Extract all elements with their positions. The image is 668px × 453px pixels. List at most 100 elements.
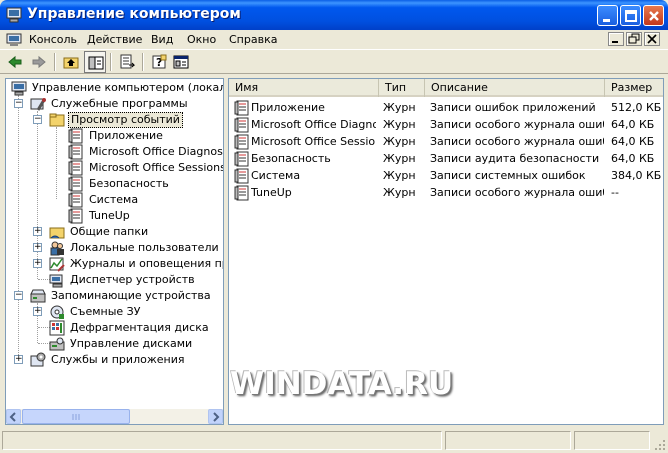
cell-description: Записи системных ошибок bbox=[430, 169, 586, 182]
collapse-toggle[interactable]: − bbox=[33, 115, 42, 124]
list-row[interactable]: Microsoft Office Sessions Журн Записи ос… bbox=[229, 134, 663, 150]
list-row[interactable]: Система Журн Записи системных ошибок 384… bbox=[229, 168, 663, 184]
cell-type: Журн bbox=[383, 101, 416, 114]
event-log-icon bbox=[234, 151, 250, 167]
cell-size: 64,0 КБ bbox=[611, 118, 655, 131]
cell-size: -- bbox=[611, 186, 619, 199]
removable-storage-icon bbox=[49, 304, 65, 320]
mdi-minimize-button[interactable] bbox=[608, 32, 624, 46]
menu-action[interactable]: Действие bbox=[87, 33, 142, 46]
list-row[interactable]: Приложение Журн Записи ошибок приложений… bbox=[229, 100, 663, 116]
cell-name: Система bbox=[251, 169, 301, 182]
toolbar-separator bbox=[110, 53, 112, 71]
cell-size: 384,0 КБ bbox=[611, 169, 662, 182]
close-button[interactable] bbox=[643, 5, 664, 26]
tools-icon bbox=[30, 96, 46, 112]
event-log-icon bbox=[68, 160, 84, 176]
watermark: WINDATA.RU bbox=[230, 366, 454, 402]
tree-connector bbox=[18, 95, 19, 361]
cell-type: Журн bbox=[383, 118, 416, 131]
cell-name: Приложение bbox=[251, 101, 325, 114]
scroll-thumb[interactable] bbox=[22, 409, 130, 424]
toolbar-separator bbox=[142, 53, 144, 71]
event-viewer-icon bbox=[49, 112, 65, 128]
properties-button[interactable] bbox=[170, 51, 192, 73]
menu-view[interactable]: Вид bbox=[151, 33, 173, 46]
expand-toggle[interactable]: + bbox=[33, 307, 42, 316]
event-log-icon bbox=[68, 176, 84, 192]
scroll-left-button[interactable] bbox=[6, 409, 21, 424]
console-tree[interactable]: Управление компьютером (локальным) − Слу… bbox=[5, 78, 224, 425]
expand-toggle[interactable]: + bbox=[14, 355, 23, 364]
tree-horizontal-scrollbar[interactable] bbox=[6, 409, 223, 424]
tree-connector bbox=[56, 127, 57, 199]
scroll-right-button[interactable] bbox=[208, 409, 223, 424]
event-log-icon bbox=[234, 168, 250, 184]
status-bar bbox=[0, 428, 668, 453]
storage-icon bbox=[30, 288, 46, 304]
cell-name: Microsoft Office Sessions bbox=[251, 135, 376, 148]
cell-type: Журн bbox=[383, 186, 416, 199]
list-row[interactable]: TuneUp Журн Записи особого журнала ошибо… bbox=[229, 185, 663, 201]
forward-button[interactable] bbox=[28, 51, 50, 73]
event-log-icon bbox=[234, 185, 250, 201]
device-manager-icon bbox=[49, 272, 65, 288]
menu-window[interactable]: Окно bbox=[187, 33, 216, 46]
cell-description: Записи ошибок приложений bbox=[430, 101, 596, 114]
help-button[interactable]: ? bbox=[148, 51, 170, 73]
services-icon bbox=[30, 352, 46, 368]
maximize-button[interactable] bbox=[620, 5, 641, 26]
event-log-icon bbox=[234, 134, 250, 150]
toolbar: ? bbox=[0, 50, 668, 74]
cell-type: Журн bbox=[383, 135, 416, 148]
collapse-toggle[interactable]: − bbox=[14, 291, 23, 300]
mdi-restore-button[interactable] bbox=[626, 32, 642, 46]
event-log-icon bbox=[68, 208, 84, 224]
window-title: Управление компьютером bbox=[27, 6, 241, 22]
expand-toggle[interactable]: + bbox=[33, 243, 42, 252]
list-row[interactable]: Microsoft Office Diagnostics Журн Записи… bbox=[229, 117, 663, 133]
cell-name: TuneUp bbox=[251, 186, 292, 199]
expand-toggle[interactable]: + bbox=[33, 259, 42, 268]
export-list-button[interactable] bbox=[116, 51, 138, 73]
status-segment bbox=[2, 431, 442, 450]
tree-connector bbox=[37, 111, 38, 279]
up-level-button[interactable] bbox=[60, 51, 82, 73]
column-header-name[interactable]: Имя bbox=[229, 79, 379, 97]
minimize-button[interactable] bbox=[597, 5, 618, 26]
mdi-close-button[interactable] bbox=[644, 32, 660, 46]
column-header-size[interactable]: Размер bbox=[605, 79, 663, 97]
cell-type: Журн bbox=[383, 152, 416, 165]
cell-name: Microsoft Office Diagnostics bbox=[251, 118, 376, 131]
cell-description: Записи особого журнала ошибок bbox=[430, 135, 604, 148]
event-log-icon bbox=[68, 144, 84, 160]
status-segment bbox=[574, 431, 650, 450]
computer-management-icon bbox=[6, 7, 22, 23]
expand-toggle[interactable]: + bbox=[33, 227, 42, 236]
toolbar-separator bbox=[54, 53, 56, 71]
cell-size: 64,0 КБ bbox=[611, 152, 655, 165]
menu-bar: Консоль Действие Вид Окно Справка bbox=[0, 30, 668, 50]
users-icon bbox=[49, 240, 65, 256]
tree-item-event-viewer-label: Просмотр событий bbox=[68, 112, 183, 128]
menu-console[interactable]: Консоль bbox=[29, 33, 77, 46]
collapse-toggle[interactable]: − bbox=[14, 99, 23, 108]
list-header: Имя Тип Описание Размер bbox=[229, 79, 663, 97]
column-header-type[interactable]: Тип bbox=[379, 79, 425, 97]
defrag-icon bbox=[49, 320, 65, 336]
show-hide-tree-button[interactable] bbox=[84, 51, 106, 73]
disk-management-icon bbox=[49, 336, 65, 352]
event-log-icon bbox=[234, 117, 250, 133]
cell-type: Журн bbox=[383, 169, 416, 182]
menu-help[interactable]: Справка bbox=[229, 33, 277, 46]
column-header-description[interactable]: Описание bbox=[425, 79, 605, 97]
cell-description: Записи особого журнала ошибок bbox=[430, 186, 604, 199]
computer-management-icon bbox=[11, 80, 27, 96]
title-bar[interactable]: Управление компьютером bbox=[0, 0, 668, 30]
back-button[interactable] bbox=[4, 51, 26, 73]
status-segment bbox=[445, 431, 571, 450]
resize-grip-icon[interactable] bbox=[654, 439, 666, 451]
shared-folder-icon bbox=[49, 224, 65, 240]
console-window-icon[interactable] bbox=[6, 32, 22, 48]
list-row[interactable]: Безопасность Журн Записи аудита безопасн… bbox=[229, 151, 663, 167]
